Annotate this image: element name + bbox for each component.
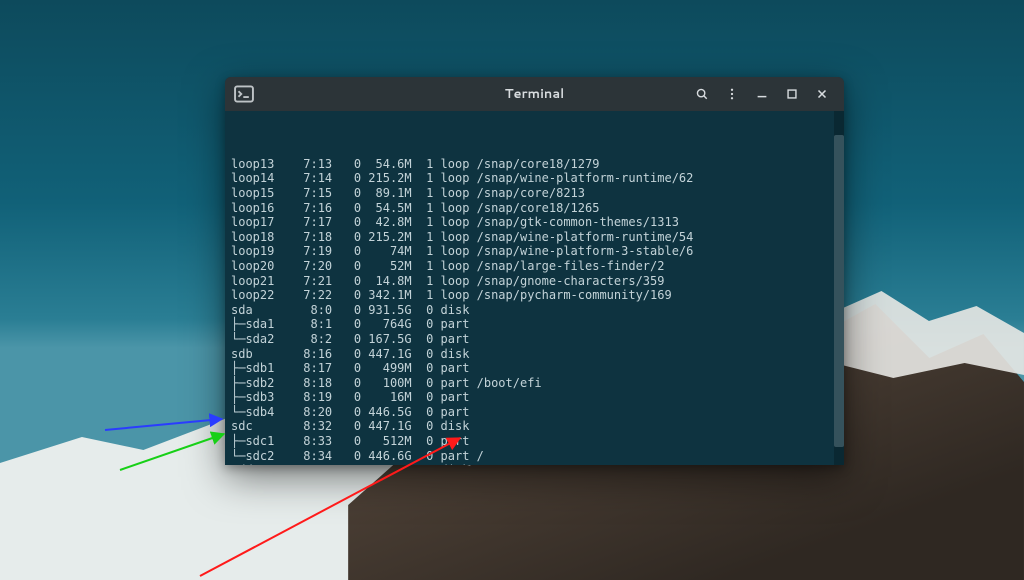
lsblk-row: loop14 7:14 0 215.2M 1 loop /snap/wine-p…	[231, 171, 838, 186]
minimize-button[interactable]	[748, 81, 776, 107]
lsblk-row: sdd 8:48 1 3.7G 0 disk	[231, 463, 838, 465]
close-button[interactable]	[808, 81, 836, 107]
lsblk-row: └─sdc2 8:34 0 446.6G 0 part /	[231, 449, 838, 464]
lsblk-row: ├─sdb3 8:19 0 16M 0 part	[231, 390, 838, 405]
menu-button[interactable]	[718, 81, 746, 107]
lsblk-row: sda 8:0 0 931.5G 0 disk	[231, 303, 838, 318]
lsblk-row: sdc 8:32 0 447.1G 0 disk	[231, 419, 838, 434]
lsblk-row: loop16 7:16 0 54.5M 1 loop /snap/core18/…	[231, 201, 838, 216]
lsblk-row: loop15 7:15 0 89.1M 1 loop /snap/core/82…	[231, 186, 838, 201]
lsblk-row: loop18 7:18 0 215.2M 1 loop /snap/wine-p…	[231, 230, 838, 245]
lsblk-row: loop21 7:21 0 14.8M 1 loop /snap/gnome-c…	[231, 274, 838, 289]
lsblk-row: └─sdb4 8:20 0 446.5G 0 part	[231, 405, 838, 420]
lsblk-row: └─sda2 8:2 0 167.5G 0 part	[231, 332, 838, 347]
lsblk-row: sdb 8:16 0 447.1G 0 disk	[231, 347, 838, 362]
scrollbar-thumb[interactable]	[834, 135, 844, 447]
lsblk-row: ├─sdb2 8:18 0 100M 0 part /boot/efi	[231, 376, 838, 391]
terminal-window: Terminal	[225, 77, 844, 465]
lsblk-row: loop17 7:17 0 42.8M 1 loop /snap/gtk-com…	[231, 215, 838, 230]
scrollbar-track[interactable]	[834, 111, 844, 465]
window-titlebar[interactable]: Terminal	[225, 77, 844, 111]
lsblk-row: loop13 7:13 0 54.6M 1 loop /snap/core18/…	[231, 157, 838, 172]
terminal-output[interactable]: loop13 7:13 0 54.6M 1 loop /snap/core18/…	[225, 111, 844, 465]
terminal-app-icon	[233, 83, 255, 105]
lsblk-row: loop19 7:19 0 74M 1 loop /snap/wine-plat…	[231, 244, 838, 259]
lsblk-row: loop20 7:20 0 52M 1 loop /snap/large-fil…	[231, 259, 838, 274]
lsblk-row: ├─sda1 8:1 0 764G 0 part	[231, 317, 838, 332]
lsblk-row: ├─sdc1 8:33 0 512M 0 part	[231, 434, 838, 449]
maximize-button[interactable]	[778, 81, 806, 107]
search-button[interactable]	[688, 81, 716, 107]
lsblk-row: loop22 7:22 0 342.1M 1 loop /snap/pychar…	[231, 288, 838, 303]
lsblk-row: ├─sdb1 8:17 0 499M 0 part	[231, 361, 838, 376]
